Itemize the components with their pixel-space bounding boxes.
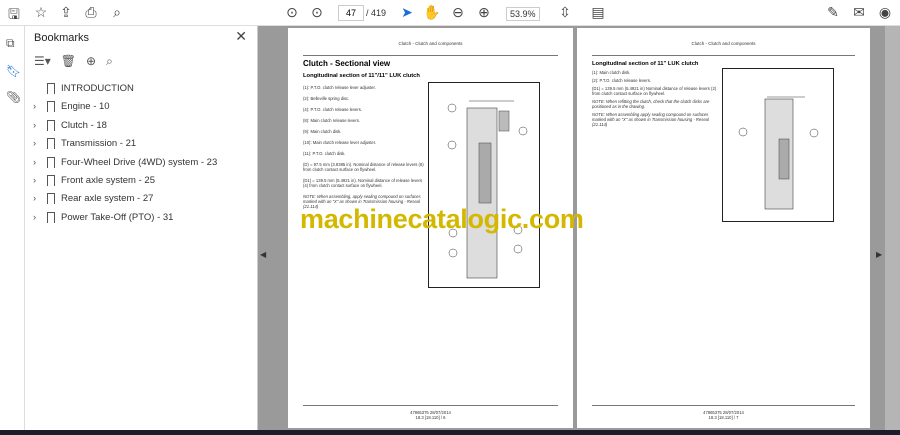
body-text: (D1) = 139.5 mm (5.4921 in). Nominal dis…: [303, 178, 423, 188]
bookmark-icon: [47, 211, 55, 223]
options-menu-icon[interactable]: ☰▾: [34, 54, 51, 69]
bookmark-item[interactable]: INTRODUCTION: [33, 83, 134, 94]
pdf-page-right: Clutch - Clutch and components Longitudi…: [577, 28, 870, 428]
page-header: Clutch - Clutch and components: [398, 41, 463, 46]
delete-bookmark-icon[interactable]: 🗑︎: [61, 54, 76, 69]
bookmark-panel-icon[interactable]: 🔖︎: [6, 64, 21, 78]
side-rail: ⧉ 🔖︎ 📎︎: [0, 26, 25, 435]
chevron-right-icon[interactable]: ›: [33, 138, 41, 149]
bookmark-icon: [47, 101, 55, 113]
bookmarks-panel: Bookmarks ✕ ☰▾ 🗑︎ ⊕ ⌕ INTRODUCTION › Engin…: [25, 26, 258, 435]
clutch-diagram-figure: [428, 82, 540, 288]
body-text: (D1) = 139.5 mm (5.4921 in) Nominal dist…: [592, 86, 717, 96]
star-icon[interactable]: ☆: [32, 4, 50, 21]
bookmark-label: Rear axle system - 27: [61, 193, 154, 205]
zoom-out-icon[interactable]: ⊖: [449, 4, 467, 21]
bookmark-label: Clutch - 18: [61, 119, 107, 131]
bookmark-icon: [47, 119, 55, 131]
section-title: Clutch - Sectional view: [303, 59, 391, 68]
bookmarks-title: Bookmarks: [34, 32, 90, 44]
bookmark-label: Front axle system - 25: [61, 175, 155, 186]
hand-tool-icon[interactable]: ✋: [423, 4, 441, 21]
collapse-left-arrow[interactable]: ◀: [260, 250, 266, 259]
body-text: (11): P.T.O. clutch disk.: [303, 151, 346, 156]
chevron-right-icon[interactable]: ›: [33, 101, 41, 112]
save-icon[interactable]: 🖫: [5, 4, 23, 28]
body-text: NOTE: When refitting the clutch, check t…: [592, 99, 710, 109]
section-subtitle: Longitudinal section of 11"/11" LUK clut…: [303, 73, 420, 79]
bookmark-label: Power Take-Off (PTO) - 31: [61, 211, 174, 223]
account-icon[interactable]: ◉: [876, 4, 894, 21]
attachment-icon[interactable]: 📎︎: [6, 90, 21, 104]
section-subtitle: Longitudinal section of 11" LUK clutch: [592, 61, 699, 67]
clutch-section-drawing: [447, 100, 528, 279]
body-text: (9): Main clutch disk.: [303, 129, 342, 134]
collapse-right-arrow[interactable]: ▶: [876, 250, 882, 259]
page-total: / 419: [366, 8, 387, 18]
chevron-right-icon[interactable]: ›: [33, 120, 41, 131]
body-text: (1): Main clutch disk.: [592, 70, 631, 75]
chevron-right-icon[interactable]: ›: [33, 193, 41, 204]
new-bookmark-icon[interactable]: ⊕: [86, 54, 96, 69]
bookmark-label: Engine - 10: [61, 101, 110, 113]
bookmark-icon: [47, 175, 55, 186]
bookmark-icon: [47, 193, 55, 205]
fit-page-icon[interactable]: ⇳: [556, 4, 574, 21]
clutch-diagram-figure: [722, 68, 834, 222]
pages-thumbnail-icon[interactable]: ⧉: [6, 36, 15, 51]
bookmark-tools: ☰▾ 🗑︎ ⊕ ⌕: [34, 54, 113, 69]
body-text: (D) = 97.5 mm (3.8385 in). Nominal dista…: [303, 162, 424, 172]
bookmark-label: INTRODUCTION: [61, 83, 134, 94]
body-text: (10): Main clutch release lever adjuster…: [303, 140, 377, 145]
page-footer-number: 18.3 [18.110] / 6: [415, 415, 446, 420]
taskbar: [0, 430, 900, 435]
bookmark-item[interactable]: › Front axle system - 25: [33, 175, 155, 186]
bookmark-icon: [47, 83, 55, 94]
page-footer-number: 18.3 [18.110] / 7: [708, 415, 739, 420]
body-text: NOTE: When assembling apply sealing comp…: [592, 112, 709, 127]
bookmark-icon: [47, 156, 55, 168]
select-cursor-icon[interactable]: ➤: [398, 4, 416, 21]
bookmark-item[interactable]: › Rear axle system - 27: [33, 193, 154, 205]
body-text: (2): Belleville spring disc.: [303, 96, 350, 101]
toolbar: 🖫 ☆ ⇪ ⎙ ⌕ ⊙ ⊙ / 419 ➤ ✋ ⊖ ⊕ 53.9% ⇳ ▤ ✎ …: [0, 0, 900, 26]
bookmark-label: Transmission - 21: [61, 138, 137, 150]
upload-icon[interactable]: ⇪: [57, 4, 75, 21]
watermark: machinecatalogic.com: [300, 204, 584, 234]
bookmark-item[interactable]: › Transmission - 21: [33, 138, 137, 150]
zoom-level-select[interactable]: 53.9%: [506, 7, 540, 21]
next-page-button[interactable]: ⊙: [308, 4, 326, 21]
page-header: Clutch - Clutch and components: [691, 41, 756, 46]
comment-icon[interactable]: ▤: [589, 4, 607, 21]
body-text: (1): P.T.O. clutch release lever adjuste…: [303, 85, 376, 90]
close-icon[interactable]: ✕: [235, 28, 247, 45]
chevron-right-icon[interactable]: ›: [33, 175, 41, 186]
bookmark-label: Four-Wheel Drive (4WD) system - 23: [61, 156, 218, 168]
find-bookmark-icon[interactable]: ⌕: [106, 54, 113, 69]
previous-page-button[interactable]: ⊙: [283, 4, 301, 21]
zoom-in-icon[interactable]: ⊕: [475, 4, 493, 21]
bookmark-icon: [47, 138, 55, 150]
body-text: (8): Main clutch release levers.: [303, 118, 361, 123]
bookmark-item[interactable]: › Engine - 10: [33, 101, 110, 113]
body-text: (4): P.T.O. clutch release levers.: [303, 107, 363, 112]
chevron-right-icon[interactable]: ›: [33, 157, 41, 168]
vertical-scrollbar[interactable]: [885, 26, 900, 430]
print-icon[interactable]: ⎙: [82, 4, 100, 21]
mail-icon[interactable]: ✉: [850, 4, 868, 21]
page-number-input[interactable]: [338, 5, 364, 21]
bookmark-item[interactable]: › Power Take-Off (PTO) - 31: [33, 211, 174, 223]
clutch-section-drawing: [738, 96, 819, 210]
chevron-right-icon[interactable]: ›: [33, 212, 41, 223]
body-text: (2): P.T.O. clutch release levers.: [592, 78, 652, 83]
bookmark-item[interactable]: › Clutch - 18: [33, 119, 107, 131]
sign-icon[interactable]: ✎: [824, 4, 842, 21]
bookmark-item[interactable]: › Four-Wheel Drive (4WD) system - 23: [33, 156, 218, 168]
zoom-search-icon[interactable]: ⌕: [108, 4, 126, 21]
